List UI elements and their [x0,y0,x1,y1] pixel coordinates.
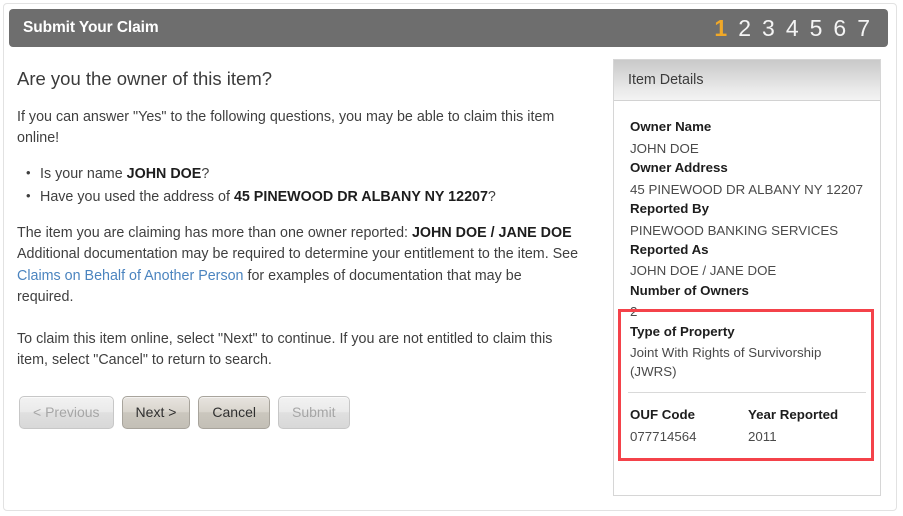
year-reported-cell: Year Reported 2011 [748,405,858,446]
question-value: JOHN DOE [126,166,202,183]
question-suffix: ? [201,166,210,183]
next-button[interactable]: Next > [121,395,191,429]
detail-value: JOHN DOE [630,140,699,156]
detail-label: Owner Address [630,159,728,175]
detail-reported-as: Reported As JOHN DOE / JANE DOE [614,240,880,281]
multi-owner-names: JOHN DOE / JANE DOE [411,225,572,242]
documentation-text: Additional documentation may be required… [17,246,579,263]
claims-on-behalf-link[interactable]: Claims on Behalf of Another Person [17,268,244,284]
intro-paragraph: If you can answer "Yes" to the following… [17,109,555,147]
detail-reported-by: Reported By PINEWOOD BANKING SERVICES [614,199,880,240]
ouf-code-cell: OUF Code 077714564 [630,405,748,446]
detail-owner-address: Owner Address 45 PINEWOOD DR ALBANY NY 1… [614,158,880,199]
wizard-button-row: < Previous Next > Cancel Submit [19,395,597,429]
claim-form-content: Are you the owner of this item? If you c… [17,58,597,429]
detail-value: PINEWOOD BANKING SERVICES [630,222,839,238]
page-title: Submit Your Claim [23,19,159,36]
detail-label: Reported As [630,241,709,257]
step-indicator-1[interactable]: 1 [714,16,727,40]
item-details-header: Item Details [614,60,880,101]
detail-value: 45 PINEWOOD DR ALBANY NY 12207 [630,181,864,197]
detail-label: Number of Owners [630,282,749,298]
step-indicator-6[interactable]: 6 [833,16,846,40]
step-indicator-3[interactable]: 3 [762,16,775,40]
detail-label: Type of Property [630,323,735,339]
list-item: Is your name JOHN DOE? [26,162,597,186]
multi-owner-lead: The item you are claiming has more than … [17,225,412,242]
content-heading: Are you the owner of this item? [17,68,273,89]
detail-type-of-property: Type of Property Joint With Rights of Su… [614,322,880,381]
list-item: Have you used the address of 45 PINEWOOD… [26,185,597,209]
step-indicator-7[interactable]: 7 [857,16,870,40]
question-suffix: ? [487,189,496,206]
ouf-code-label: OUF Code [630,407,696,423]
ouf-code-value: 077714564 [630,428,697,444]
year-reported-value: 2011 [748,428,777,444]
detail-number-of-owners: Number of Owners 2 [614,281,880,322]
multi-owner-paragraph: The item you are claiming has more than … [17,223,582,307]
wizard-header: Submit Your Claim 1 2 3 4 5 6 7 [9,9,888,47]
eligibility-question-list: Is your name JOHN DOE? Have you used the… [17,162,597,209]
step-indicator-4[interactable]: 4 [786,16,799,40]
detail-value: JOHN DOE / JANE DOE [630,263,777,279]
detail-label: Reported By [630,200,710,216]
submit-button[interactable]: Submit [278,395,350,429]
cancel-button[interactable]: Cancel [198,395,270,429]
detail-value: Joint With Rights of Survivorship (JWRS) [630,345,822,379]
step-indicator-5[interactable]: 5 [810,16,823,40]
detail-owner-name: Owner Name JOHN DOE [614,101,880,158]
claim-wizard-page: Submit Your Claim 1 2 3 4 5 6 7 Are you … [0,0,903,516]
step-indicator: 1 2 3 4 5 6 7 [714,16,872,40]
step-indicator-2[interactable]: 2 [738,16,751,40]
detail-label: Owner Name [630,119,712,134]
question-value: 45 PINEWOOD DR ALBANY NY 12207 [233,189,488,206]
item-details-body: Owner Name JOHN DOE Owner Address 45 PIN… [614,101,880,461]
item-codes-row: OUF Code 077714564 Year Reported 2011 [614,393,880,446]
instructions-paragraph: To claim this item online, select "Next"… [17,330,553,368]
previous-button[interactable]: < Previous [19,395,114,429]
item-details-panel: Item Details Owner Name JOHN DOE Owner A… [613,59,881,496]
question-prefix: Have you used the address of [40,189,234,206]
year-reported-label: Year Reported [748,407,839,423]
item-details-title: Item Details [628,72,704,88]
question-prefix: Is your name [40,166,127,183]
detail-value: 2 [630,304,638,320]
